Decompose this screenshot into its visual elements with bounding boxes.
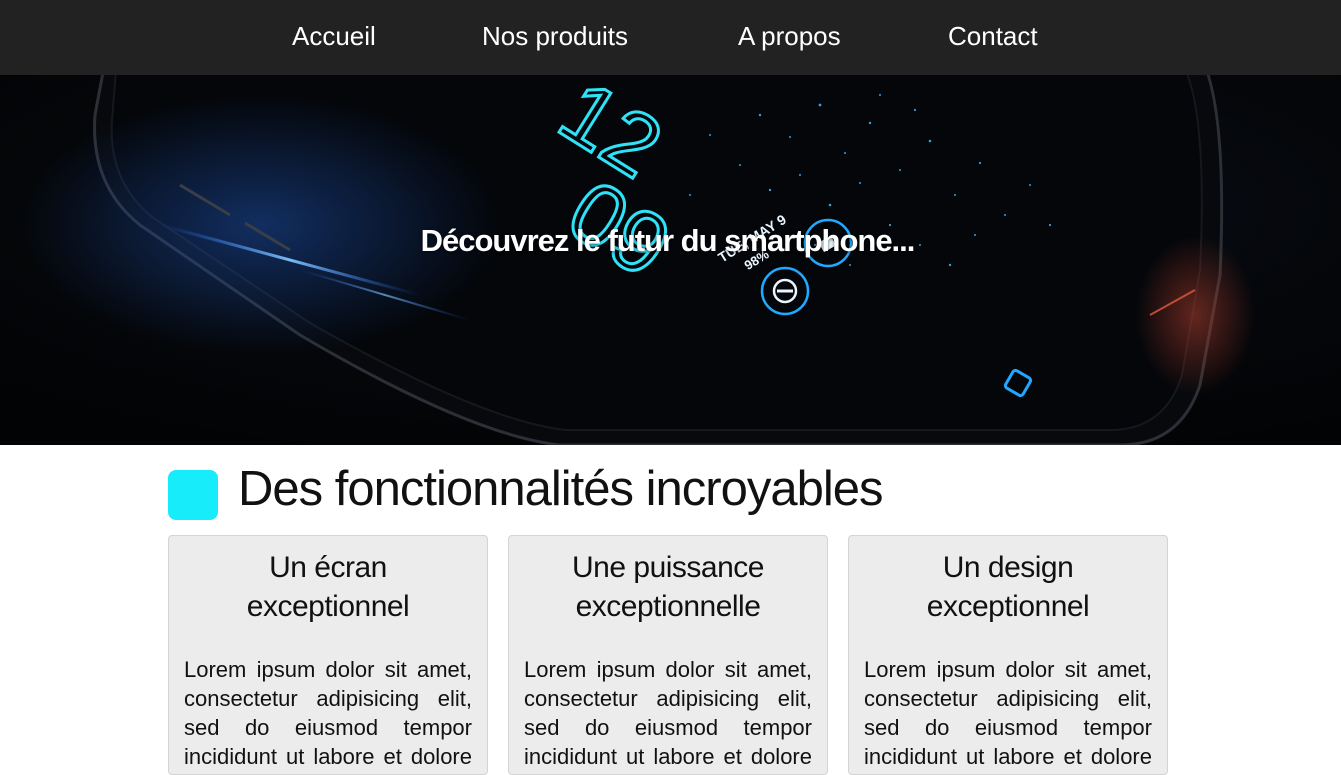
feature-card-puissance: Une puissance exceptionnelle Lorem ipsum… — [508, 535, 828, 775]
hero-smartphone-image: 12 09 TUE, MAY 9 98% — [0, 75, 1341, 445]
nav-link-contact[interactable]: Contact — [948, 0, 1038, 75]
main-nav: Accueil Nos produits A propos Contact — [0, 0, 1341, 75]
feature-card-title: Un design exceptionnel — [926, 551, 1090, 623]
accent-square-icon — [168, 470, 218, 520]
nav-link-nos-produits[interactable]: Nos produits — [482, 0, 628, 75]
nav-link-a-propos[interactable]: A propos — [738, 0, 841, 75]
feature-card-design: Un design exceptionnel Lorem ipsum dolor… — [848, 535, 1168, 775]
hero-tagline: Découvrez le futur du smartphone... — [420, 222, 916, 258]
feature-card-title: Une puissance exceptionnelle — [572, 551, 764, 623]
nav-link-accueil[interactable]: Accueil — [292, 0, 376, 75]
feature-card-text: Lorem ipsum dolor sit amet, consectetur … — [864, 657, 1152, 774]
feature-card-title: Un écran exceptionnel — [246, 551, 410, 623]
feature-card-text: Lorem ipsum dolor sit amet, consectetur … — [184, 657, 472, 774]
feature-card-ecran: Un écran exceptionnel Lorem ipsum dolor … — [168, 535, 488, 775]
feature-card-text: Lorem ipsum dolor sit amet, consectetur … — [524, 657, 812, 774]
features-title: Des fonctionnalités incroyables — [238, 462, 883, 516]
hero-banner: 12 09 TUE, MAY 9 98% Découvrez le futur … — [0, 75, 1341, 445]
